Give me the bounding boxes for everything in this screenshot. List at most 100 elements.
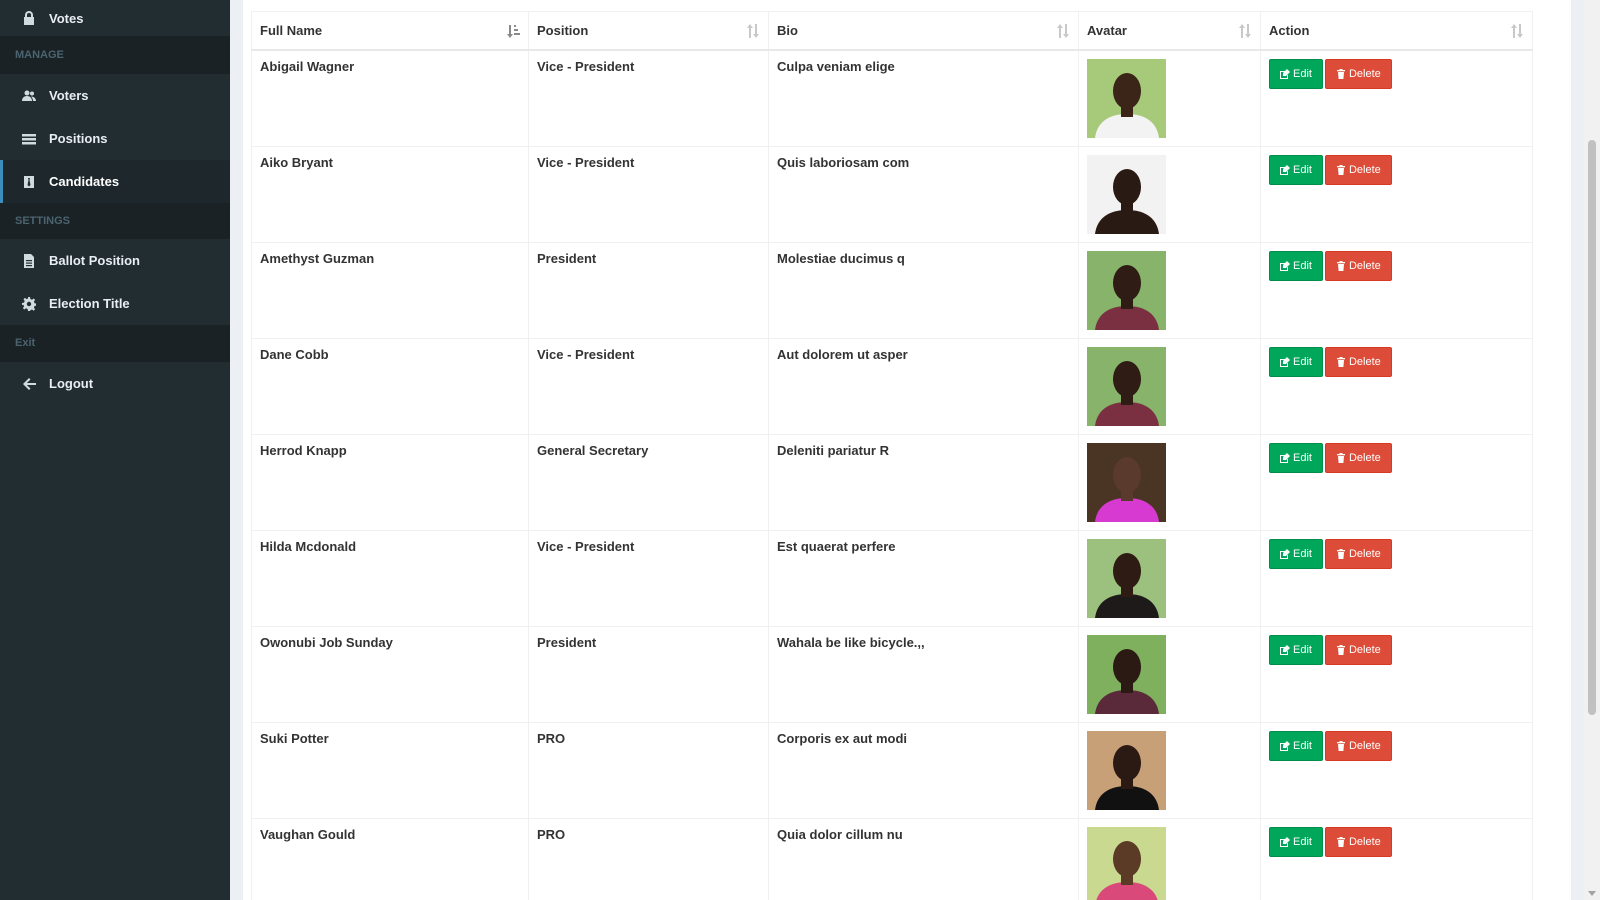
cell-avatar — [1078, 49, 1261, 147]
cell-position: Vice - President — [528, 338, 769, 435]
delete-button[interactable]: Delete — [1324, 539, 1392, 569]
sidebar-item-positions[interactable]: Positions — [0, 117, 230, 160]
cell-avatar — [1078, 626, 1261, 723]
column-header-avatar[interactable]: Avatar — [1078, 11, 1261, 51]
avatar — [1087, 635, 1166, 714]
cell-bio: Quia dolor cillum nu — [768, 818, 1079, 900]
trash-icon — [1336, 645, 1346, 655]
sort-icon — [1510, 23, 1524, 39]
sidebar-item-ballot-position[interactable]: Ballot Position — [0, 239, 230, 282]
sidebar-item-label: Votes — [49, 10, 84, 26]
delete-button[interactable]: Delete — [1324, 59, 1392, 89]
scrollbar-thumb[interactable] — [1588, 140, 1596, 715]
cell-avatar — [1078, 146, 1261, 243]
trash-icon — [1336, 837, 1346, 847]
delete-button[interactable]: Delete — [1324, 251, 1392, 281]
cell-action: Edit Delete — [1260, 722, 1533, 819]
cell-action: Edit Delete — [1260, 530, 1533, 627]
sidebar-section-header: Exit — [0, 325, 230, 362]
sort-icon — [746, 23, 760, 39]
edit-button[interactable]: Edit — [1269, 731, 1323, 761]
edit-button[interactable]: Edit — [1269, 635, 1323, 665]
cell-bio: Culpa veniam elige — [768, 49, 1079, 147]
sidebar-item-label: Voters — [49, 88, 89, 103]
sort-icon — [1056, 23, 1070, 39]
trash-icon — [1336, 741, 1346, 751]
page-scrollbar[interactable] — [1584, 0, 1600, 900]
trash-icon — [1336, 357, 1346, 367]
cell-full-name: Owonubi Job Sunday — [251, 626, 529, 723]
cell-bio: Molestiae ducimus q — [768, 242, 1079, 339]
delete-button[interactable]: Delete — [1324, 347, 1392, 377]
cell-avatar — [1078, 434, 1261, 531]
edit-button[interactable]: Edit — [1269, 251, 1323, 281]
delete-button[interactable]: Delete — [1324, 443, 1392, 473]
column-header-position[interactable]: Position — [528, 11, 769, 51]
trash-icon — [1336, 453, 1346, 463]
delete-button[interactable]: Delete — [1324, 731, 1392, 761]
candidates-box: Full Name Position Bio Avatar Action Abi… — [243, 0, 1571, 900]
table-row: Hilda Mcdonald Vice - President Est quaera… — [251, 530, 1533, 627]
table-row: Abigail Wagner Vice - President Culpa veni… — [251, 49, 1533, 147]
cell-action: Edit Delete — [1260, 626, 1533, 723]
edit-button[interactable]: Edit — [1269, 155, 1323, 185]
column-header-bio[interactable]: Bio — [768, 11, 1079, 51]
edit-button[interactable]: Edit — [1269, 827, 1323, 857]
main-content: Full Name Position Bio Avatar Action Abi… — [230, 0, 1584, 900]
edit-icon — [1280, 837, 1290, 847]
column-header-full-name[interactable]: Full Name — [251, 11, 529, 51]
sidebar-item-label: Logout — [49, 376, 94, 391]
cell-position: PRO — [528, 818, 769, 900]
cell-position: PRO — [528, 722, 769, 819]
tasks-icon — [21, 131, 37, 147]
edit-button[interactable]: Edit — [1269, 443, 1323, 473]
cell-full-name: Herrod Knapp — [251, 434, 529, 531]
delete-button[interactable]: Delete — [1324, 827, 1392, 857]
cell-full-name: Hilda Mcdonald — [251, 530, 529, 627]
cell-position: President — [528, 626, 769, 723]
edit-icon — [1280, 453, 1290, 463]
avatar — [1087, 731, 1166, 810]
edit-icon — [1280, 69, 1290, 79]
edit-button[interactable]: Edit — [1269, 347, 1323, 377]
black-tie-icon — [21, 174, 37, 190]
sidebar-item-voters[interactable]: Voters — [0, 74, 230, 117]
edit-button[interactable]: Edit — [1269, 539, 1323, 569]
cog-icon — [21, 296, 37, 312]
candidates-table: Full Name Position Bio Avatar Action Abi… — [251, 11, 1533, 900]
cell-avatar — [1078, 530, 1261, 627]
sidebar-item-logout[interactable]: Logout — [0, 362, 230, 405]
users-icon — [21, 88, 37, 104]
edit-icon — [1280, 261, 1290, 271]
edit-icon — [1280, 645, 1290, 655]
scroll-down-arrow[interactable] — [1588, 891, 1596, 896]
sidebar: Votes MANAGE Voters Positions Candidates… — [0, 0, 230, 900]
cell-full-name: Aiko Bryant — [251, 146, 529, 243]
column-header-action[interactable]: Action — [1260, 11, 1533, 51]
cell-action: Edit Delete — [1260, 146, 1533, 243]
sidebar-item-votes[interactable]: Votes — [0, 0, 230, 36]
avatar — [1087, 539, 1166, 618]
cell-full-name: Abigail Wagner — [251, 49, 529, 147]
cell-action: Edit Delete — [1260, 242, 1533, 339]
sidebar-item-election-title[interactable]: Election Title — [0, 282, 230, 325]
edit-button[interactable]: Edit — [1269, 59, 1323, 89]
cell-avatar — [1078, 338, 1261, 435]
sidebar-item-label: Ballot Position — [49, 253, 140, 268]
avatar — [1087, 443, 1166, 522]
edit-icon — [1280, 549, 1290, 559]
avatar — [1087, 347, 1166, 426]
trash-icon — [1336, 69, 1346, 79]
avatar — [1087, 827, 1166, 900]
delete-button[interactable]: Delete — [1324, 155, 1392, 185]
table-row: Dane Cobb Vice - President Aut dolorem ut … — [251, 338, 1533, 435]
table-row: Vaughan Gould PRO Quia dolor cillum nu Edit… — [251, 818, 1533, 900]
edit-icon — [1280, 165, 1290, 175]
sidebar-item-candidates[interactable]: Candidates — [0, 160, 230, 203]
cell-bio: Aut dolorem ut asper — [768, 338, 1079, 435]
table-row: Herrod Knapp General Secretary Deleniti pa… — [251, 434, 1533, 531]
table-row: Owonubi Job Sunday President Wahala be lik… — [251, 626, 1533, 723]
cell-action: Edit Delete — [1260, 434, 1533, 531]
delete-button[interactable]: Delete — [1324, 635, 1392, 665]
cell-position: President — [528, 242, 769, 339]
